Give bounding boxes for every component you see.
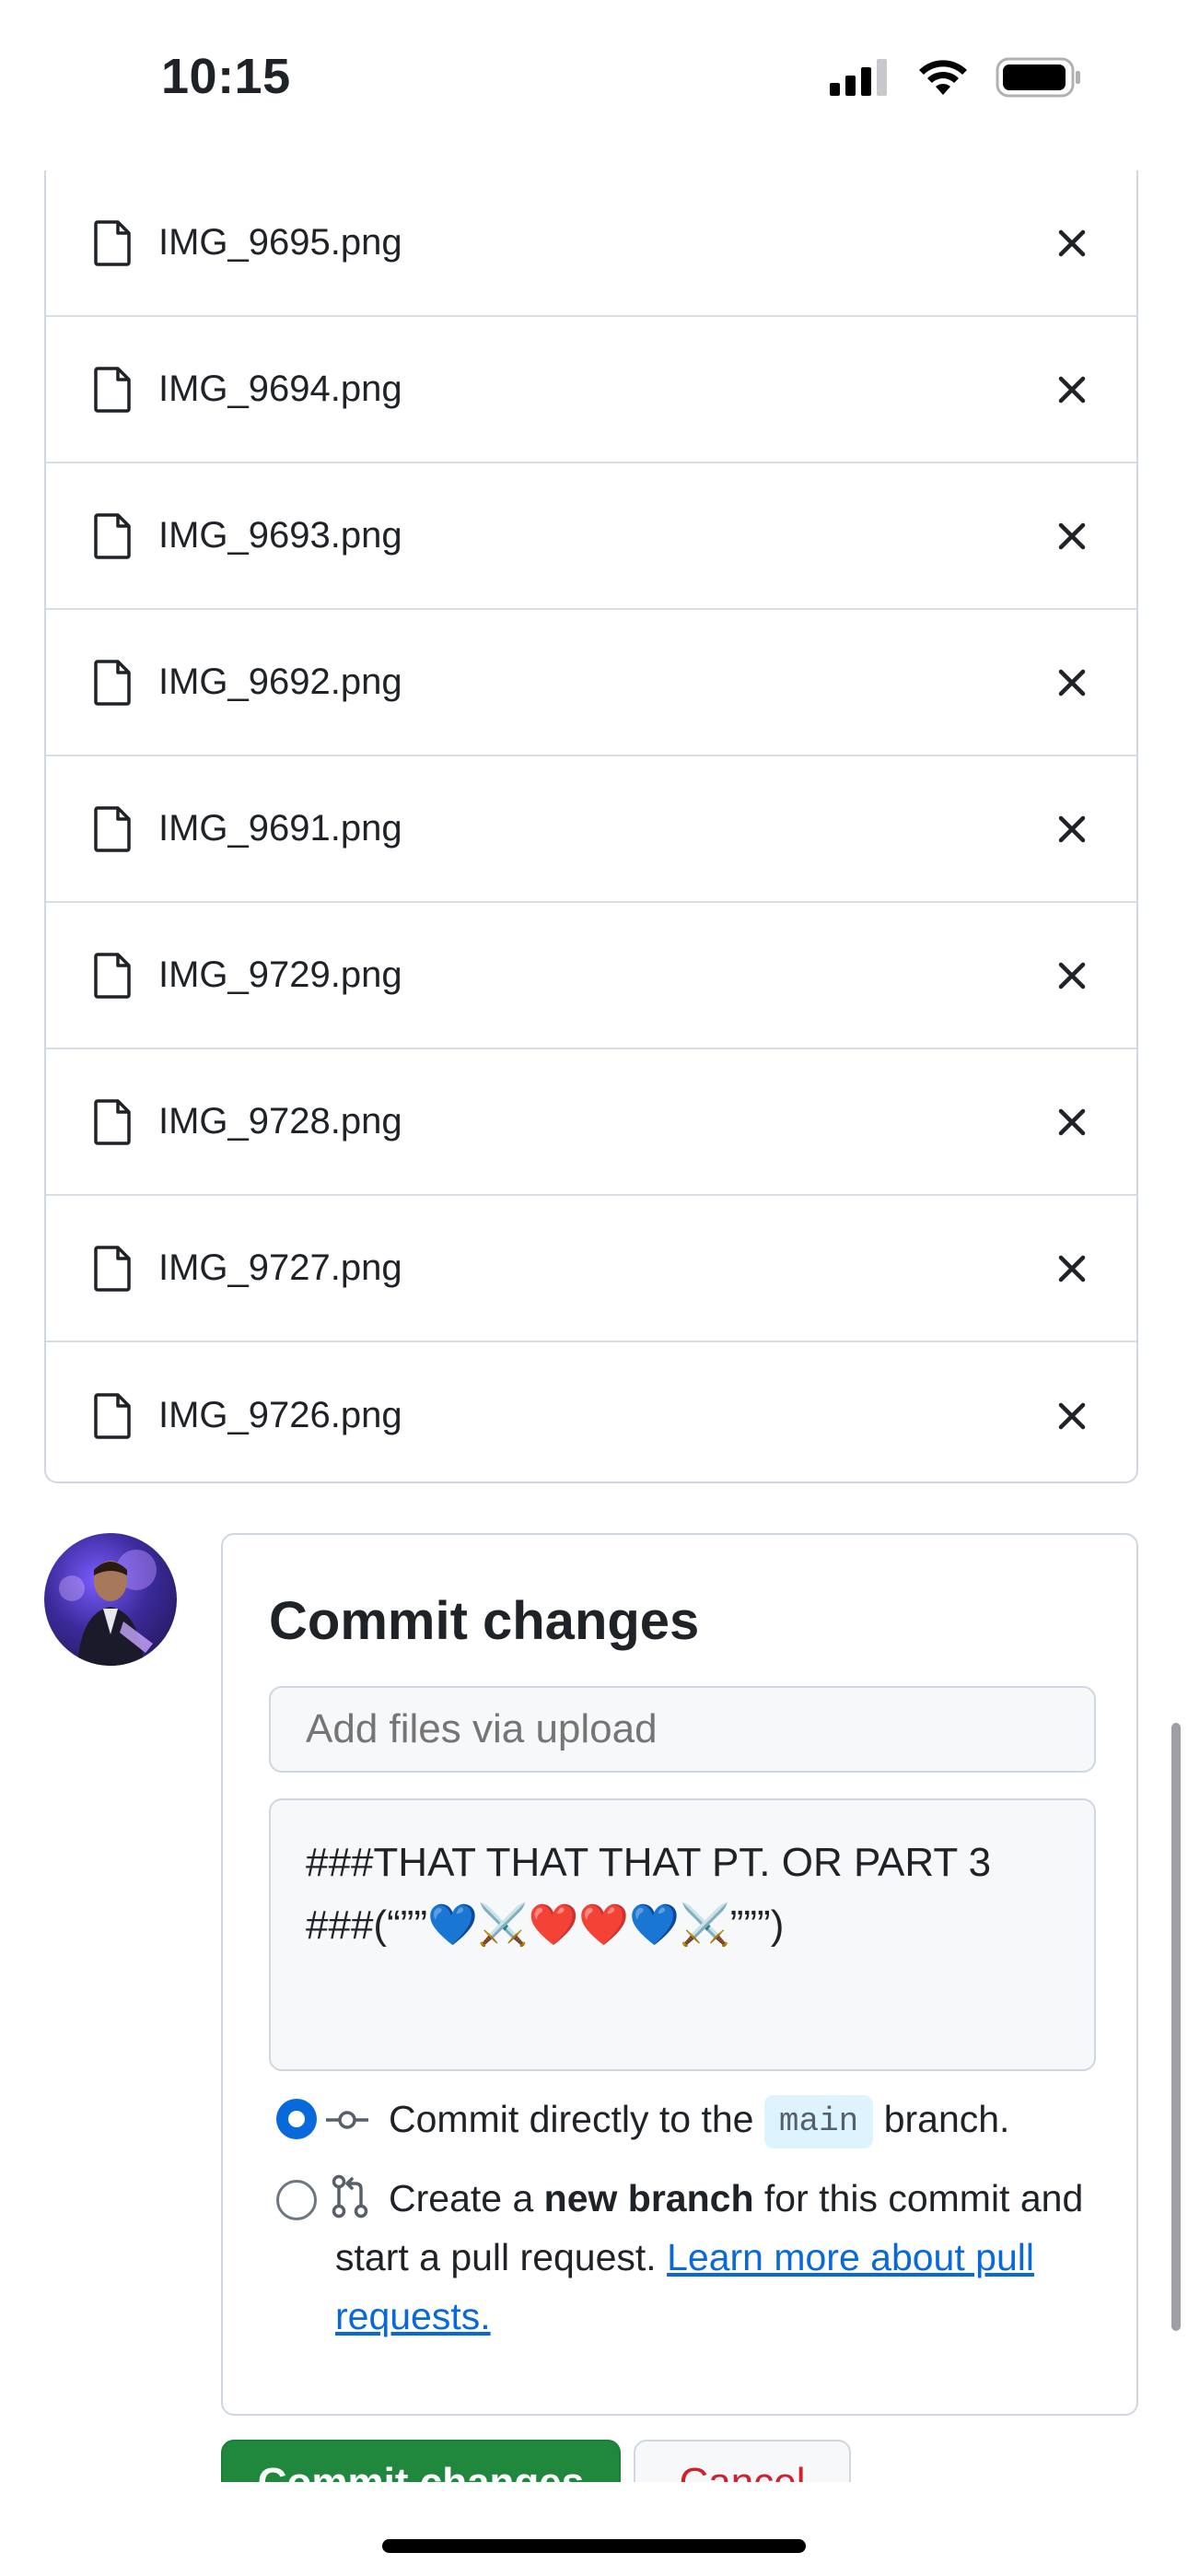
remove-file-icon[interactable] [1054,664,1090,701]
battery-icon [996,57,1080,98]
commit-direct-option: Commit directly to the main branch. [389,2090,1009,2149]
file-row: IMG_9695.png [46,170,1136,317]
remove-file-icon[interactable] [1054,1104,1090,1141]
status-bar: 10:15 [0,0,1188,166]
file-name: IMG_9694.png [158,369,402,409]
file-row: IMG_9727.png [46,1196,1136,1342]
remove-file-icon[interactable] [1054,1398,1090,1434]
file-icon [94,952,131,999]
new-branch-prefix: Create a [389,2177,534,2219]
file-row: IMG_9726.png [46,1342,1136,1489]
file-icon [94,1245,131,1292]
status-time: 10:15 [161,49,291,104]
file-name: IMG_9691.png [158,808,402,849]
file-icon [94,512,131,559]
file-row: IMG_9691.png [46,756,1136,903]
avatar[interactable] [44,1533,177,1666]
git-commit-icon [326,2111,368,2129]
commit-direct-radio[interactable] [276,2099,317,2139]
commit-summary-input[interactable] [269,1686,1096,1773]
new-branch-option: Create a new branch for this commit and … [335,2169,1100,2346]
file-row: IMG_9693.png [46,463,1136,610]
remove-file-icon[interactable] [1054,518,1090,555]
commit-description-input[interactable]: ###THAT THAT THAT PT. OR PART 3 ###(“””💙… [269,1798,1096,2071]
file-icon [94,659,131,706]
user-photo-icon [59,1550,157,1666]
file-icon [94,1098,131,1145]
commit-direct-prefix: Commit directly to the [389,2098,754,2140]
commit-changes-panel: Commit changes ###THAT THAT THAT PT. OR … [221,1533,1138,2416]
status-icons [830,57,1082,98]
file-row: IMG_9729.png [46,903,1136,1049]
commit-direct-suffix: branch. [883,2098,1010,2140]
remove-file-icon[interactable] [1054,957,1090,994]
uploaded-files-list: IMG_9695.png IMG_9694.png IMG_9693.png I… [44,170,1138,1483]
file-icon [94,219,131,266]
home-indicator[interactable] [382,2539,806,2553]
file-name: IMG_9726.png [158,1395,402,1435]
file-name: IMG_9729.png [158,954,402,995]
file-name: IMG_9693.png [158,515,402,556]
scrollbar[interactable] [1171,1723,1181,2331]
file-row: IMG_9692.png [46,610,1136,756]
file-row: IMG_9728.png [46,1049,1136,1196]
remove-file-icon[interactable] [1054,225,1090,262]
file-name: IMG_9692.png [158,662,402,702]
wifi-icon [919,60,967,95]
file-name: IMG_9728.png [158,1101,402,1142]
file-name: IMG_9695.png [158,222,402,263]
remove-file-icon[interactable] [1054,371,1090,408]
new-branch-bold: new branch [543,2177,754,2219]
commit-title: Commit changes [269,1591,700,1651]
file-icon [94,805,131,852]
file-row: IMG_9694.png [46,317,1136,463]
remove-file-icon[interactable] [1054,811,1090,848]
remove-file-icon[interactable] [1054,1250,1090,1287]
file-icon [94,366,131,413]
bottom-safe-area [0,2482,1188,2576]
file-icon [94,1392,131,1439]
file-name: IMG_9727.png [158,1247,402,1288]
new-branch-radio[interactable] [276,2180,317,2220]
cellular-signal-icon [830,59,887,96]
branch-name-chip: main [763,2095,874,2149]
